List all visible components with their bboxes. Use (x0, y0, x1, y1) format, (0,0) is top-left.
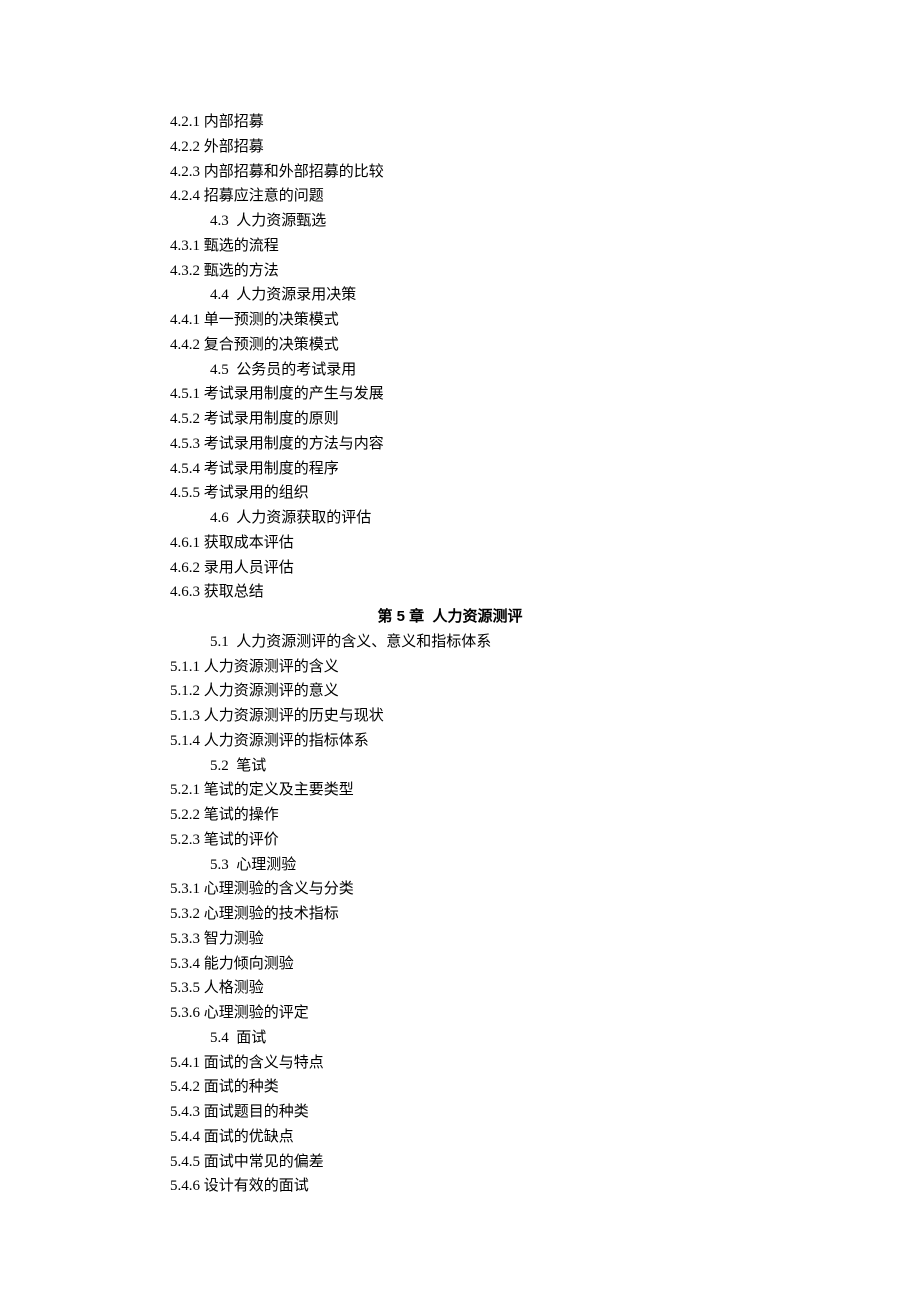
toc-item: 4.5.2 考试录用制度的原则 (170, 407, 860, 432)
toc-item: 5.1.1 人力资源测评的含义 (170, 655, 860, 680)
document-page: 4.2.1 内部招募4.2.2 外部招募4.2.3 内部招募和外部招募的比较4.… (0, 0, 920, 1259)
toc-item: 5.4.1 面试的含义与特点 (170, 1051, 860, 1076)
toc-item: 5.2.3 笔试的评价 (170, 828, 860, 853)
toc-section: 4.6 人力资源获取的评估 (170, 506, 860, 531)
toc-section: 5.3 心理测验 (170, 853, 860, 878)
toc-section: 4.5 公务员的考试录用 (170, 358, 860, 383)
toc-item: 5.3.5 人格测验 (170, 976, 860, 1001)
toc-item: 4.2.4 招募应注意的问题 (170, 184, 860, 209)
toc-section: 5.4 面试 (170, 1026, 860, 1051)
toc-section: 4.4 人力资源录用决策 (170, 283, 860, 308)
toc-item: 5.3.1 心理测验的含义与分类 (170, 877, 860, 902)
toc-item: 5.4.6 设计有效的面试 (170, 1174, 860, 1199)
toc-item: 4.5.3 考试录用制度的方法与内容 (170, 432, 860, 457)
toc-item: 4.4.2 复合预测的决策模式 (170, 333, 860, 358)
toc-item: 4.2.1 内部招募 (170, 110, 860, 135)
chapter-title: 第 5 章 人力资源测评 (170, 605, 730, 630)
toc-item: 4.4.1 单一预测的决策模式 (170, 308, 860, 333)
toc-item: 4.6.2 录用人员评估 (170, 556, 860, 581)
toc-item: 5.3.2 心理测验的技术指标 (170, 902, 860, 927)
toc-item: 4.5.1 考试录用制度的产生与发展 (170, 382, 860, 407)
toc-section: 4.3 人力资源甄选 (170, 209, 860, 234)
toc-item: 4.5.4 考试录用制度的程序 (170, 457, 860, 482)
toc-item: 4.3.2 甄选的方法 (170, 259, 860, 284)
toc-section: 5.2 笔试 (170, 754, 860, 779)
toc-item: 5.1.4 人力资源测评的指标体系 (170, 729, 860, 754)
toc-item: 5.3.6 心理测验的评定 (170, 1001, 860, 1026)
toc-item: 5.4.2 面试的种类 (170, 1075, 860, 1100)
toc-item: 4.5.5 考试录用的组织 (170, 481, 860, 506)
toc-item: 5.4.5 面试中常见的偏差 (170, 1150, 860, 1175)
toc-item: 5.4.3 面试题目的种类 (170, 1100, 860, 1125)
toc-item: 5.3.3 智力测验 (170, 927, 860, 952)
toc-item: 4.3.1 甄选的流程 (170, 234, 860, 259)
toc-item: 5.2.2 笔试的操作 (170, 803, 860, 828)
toc-item: 4.2.2 外部招募 (170, 135, 860, 160)
toc-section: 5.1 人力资源测评的含义、意义和指标体系 (170, 630, 860, 655)
toc-item: 4.6.1 获取成本评估 (170, 531, 860, 556)
toc-item: 4.6.3 获取总结 (170, 580, 860, 605)
toc-item: 5.4.4 面试的优缺点 (170, 1125, 860, 1150)
toc-item: 5.1.2 人力资源测评的意义 (170, 679, 860, 704)
toc-item: 5.1.3 人力资源测评的历史与现状 (170, 704, 860, 729)
toc-item: 5.2.1 笔试的定义及主要类型 (170, 778, 860, 803)
toc-item: 5.3.4 能力倾向测验 (170, 952, 860, 977)
toc-item: 4.2.3 内部招募和外部招募的比较 (170, 160, 860, 185)
